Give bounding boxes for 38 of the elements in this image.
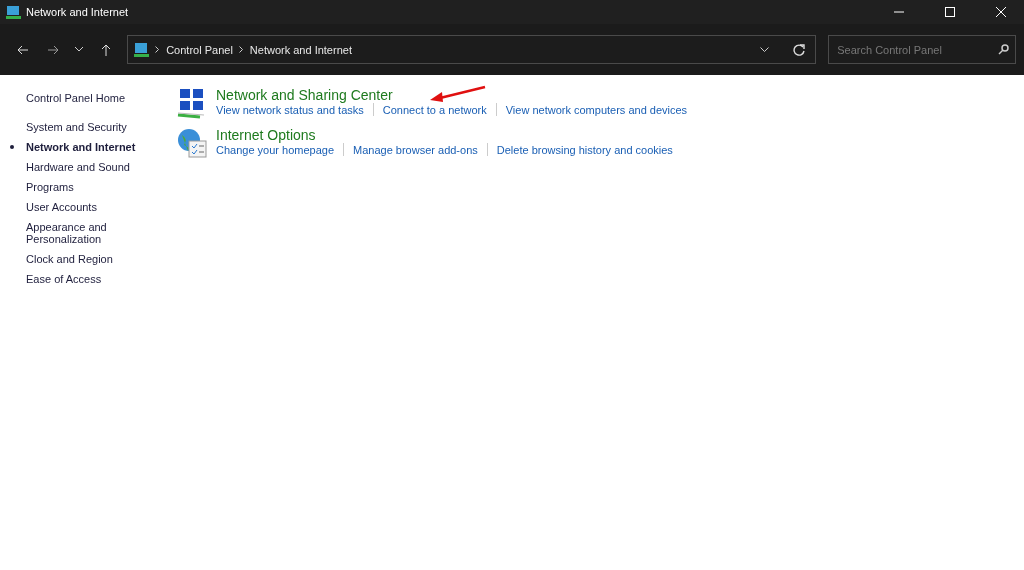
search-icon: [998, 44, 1009, 55]
sidebar-item[interactable]: User Accounts: [10, 197, 156, 217]
sidebar-item[interactable]: Appearance and Personalization: [10, 217, 156, 249]
sidebar-item[interactable]: Network and Internet: [10, 137, 156, 157]
sidebar-item[interactable]: Programs: [10, 177, 156, 197]
control-panel-icon: [6, 5, 21, 19]
search-input[interactable]: Search Control Panel: [835, 42, 998, 57]
close-icon: [996, 7, 1006, 17]
refresh-icon[interactable]: [793, 43, 806, 56]
task-link[interactable]: Delete browsing history and cookies: [496, 143, 673, 156]
category-title-link[interactable]: Network and Sharing Center: [216, 87, 688, 103]
annotation-arrow: [428, 84, 488, 104]
search-field[interactable]: Search Control Panel: [828, 35, 1016, 64]
task-link[interactable]: Change your homepage: [216, 143, 335, 156]
breadcrumb[interactable]: Network and Internet: [249, 43, 352, 56]
sidebar-link[interactable]: Control Panel Home: [10, 88, 156, 108]
address-bar[interactable]: Control Panel Network and Internet: [127, 35, 817, 64]
window-title: Network and Internet: [26, 6, 130, 18]
maximize-icon: [945, 7, 955, 17]
dropdown-icon: [760, 47, 770, 52]
arrow-up-icon: [101, 43, 112, 56]
chevron-icon: [238, 46, 244, 53]
sidebar-item[interactable]: System and Security: [10, 117, 156, 137]
chevron-down-icon: [75, 47, 84, 52]
arrow-left-icon: [16, 44, 29, 55]
category-title-link[interactable]: Internet Options: [216, 127, 673, 143]
control-panel-icon: [134, 42, 150, 57]
sidebar-item[interactable]: Ease of Access: [10, 269, 156, 289]
breadcrumb[interactable]: Control Panel: [166, 43, 233, 56]
chevron-icon: [155, 46, 161, 53]
task-link[interactable]: Connect to a network: [382, 103, 487, 116]
task-link[interactable]: View network computers and devices: [505, 103, 688, 116]
task-link[interactable]: Manage browser add-ons: [353, 143, 478, 156]
arrow-right-icon: [46, 44, 59, 55]
task-link[interactable]: View network status and tasks: [216, 103, 364, 116]
globe-checklist-icon: [176, 127, 210, 161]
sidebar-item[interactable]: Clock and Region: [10, 249, 156, 269]
sidebar-item[interactable]: Hardware and Sound: [10, 157, 156, 177]
